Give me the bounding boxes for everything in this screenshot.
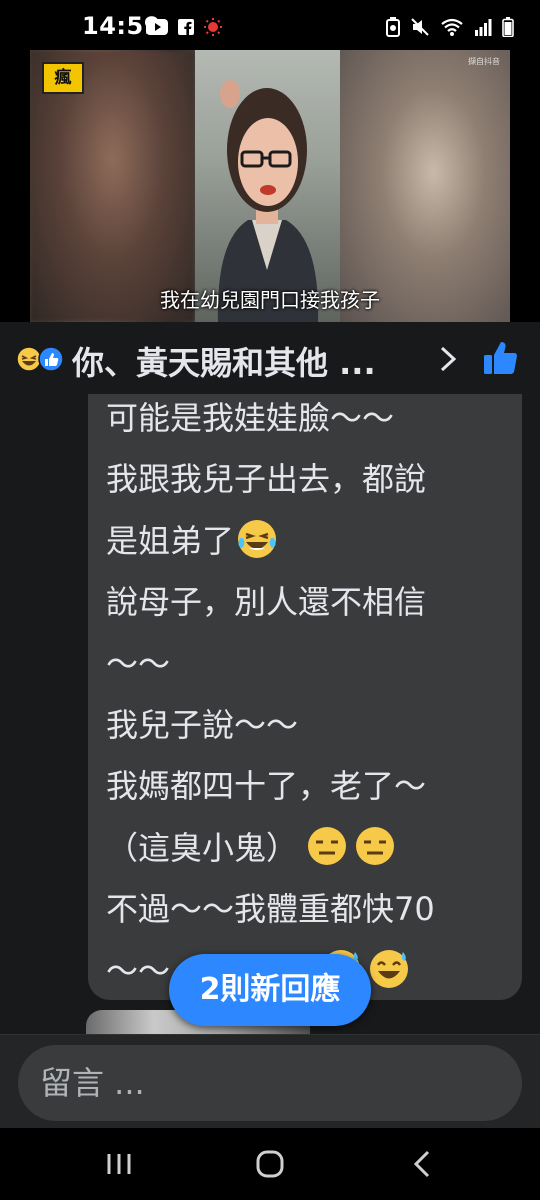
comment-line: （這臭小鬼） xyxy=(106,818,516,879)
signal-icon xyxy=(475,19,492,36)
like-button-icon[interactable] xyxy=(482,340,518,376)
comment-line-text: 是姐弟了 xyxy=(106,521,235,560)
video-player[interactable]: 瘋 擷自抖音 我在幼兒園門口接我孩子 xyxy=(0,50,540,322)
youtube-icon xyxy=(146,19,168,35)
status-right-icons xyxy=(386,17,514,37)
channel-logo: 瘋 xyxy=(42,62,84,94)
comments-list[interactable]: 可能是我娃娃臉〜〜 我跟我兒子出去，都說 是姐弟了 說母子，別人還不相信 〜〜 … xyxy=(0,394,540,1034)
source-tag: 擷自抖音 xyxy=(468,57,500,66)
recent-apps-icon[interactable] xyxy=(100,1148,140,1180)
comment-line: 我跟我兒子出去，都說 xyxy=(106,460,427,499)
chevron-right-icon[interactable] xyxy=(438,344,458,374)
blurred-face-right xyxy=(340,50,510,322)
reactions-header[interactable]: 你、黃天賜和其他 ... xyxy=(0,322,540,394)
mute-icon xyxy=(411,18,429,36)
comment-line: 說母子，別人還不相信 xyxy=(106,583,427,622)
expressionless-emoji-icon xyxy=(308,826,347,865)
comment-line: 可能是我娃娃臉〜〜 xyxy=(106,399,395,437)
comment-line: 不過〜〜我體重都快70 xyxy=(106,890,435,929)
comment-text: 可能是我娃娃臉〜〜 我跟我兒子出去，都說 是姐弟了 說母子，別人還不相信 〜〜 … xyxy=(106,394,516,1002)
sweat-smile-emoji-icon xyxy=(370,949,409,988)
home-icon[interactable] xyxy=(250,1148,290,1180)
video-frame[interactable]: 瘋 擷自抖音 我在幼兒園門口接我孩子 xyxy=(30,50,510,322)
battery-icon xyxy=(502,17,514,37)
expressionless-emoji-icon xyxy=(356,826,395,865)
comment-input[interactable] xyxy=(18,1045,522,1121)
battery-saver-icon xyxy=(386,17,400,37)
back-icon[interactable] xyxy=(402,1148,442,1180)
comment-line: 我兒子說〜〜 xyxy=(106,705,299,744)
facebook-icon xyxy=(178,19,194,35)
comment-line: 我媽都四十了，老了〜 xyxy=(106,767,427,806)
comment-line: 〜〜 xyxy=(106,644,171,683)
new-replies-button[interactable]: 2則新回應 xyxy=(169,954,371,1026)
sun-alert-icon xyxy=(204,18,222,36)
laughing-emoji-icon xyxy=(16,346,42,372)
comment-composer xyxy=(0,1034,540,1128)
wifi-icon xyxy=(441,18,463,36)
status-bar: 14:59 xyxy=(0,0,540,50)
tears-of-joy-emoji-icon xyxy=(238,519,277,558)
comment-line-text: 〜〜 xyxy=(106,951,171,990)
system-nav-bar xyxy=(0,1128,540,1200)
comment-line: 是姐弟了 xyxy=(106,511,516,572)
comment-line-text: （這臭小鬼） xyxy=(106,828,299,867)
comment-bubble[interactable]: 可能是我娃娃臉〜〜 我跟我兒子出去，都說 是姐弟了 說母子，別人還不相信 〜〜 … xyxy=(88,394,522,1000)
reaction-icons[interactable] xyxy=(16,346,66,372)
like-reaction-icon xyxy=(38,346,64,372)
reactions-title[interactable]: 你、黃天賜和其他 ... xyxy=(72,338,376,384)
video-subtitle: 我在幼兒園門口接我孩子 xyxy=(160,288,380,312)
status-left-icons xyxy=(146,18,222,36)
